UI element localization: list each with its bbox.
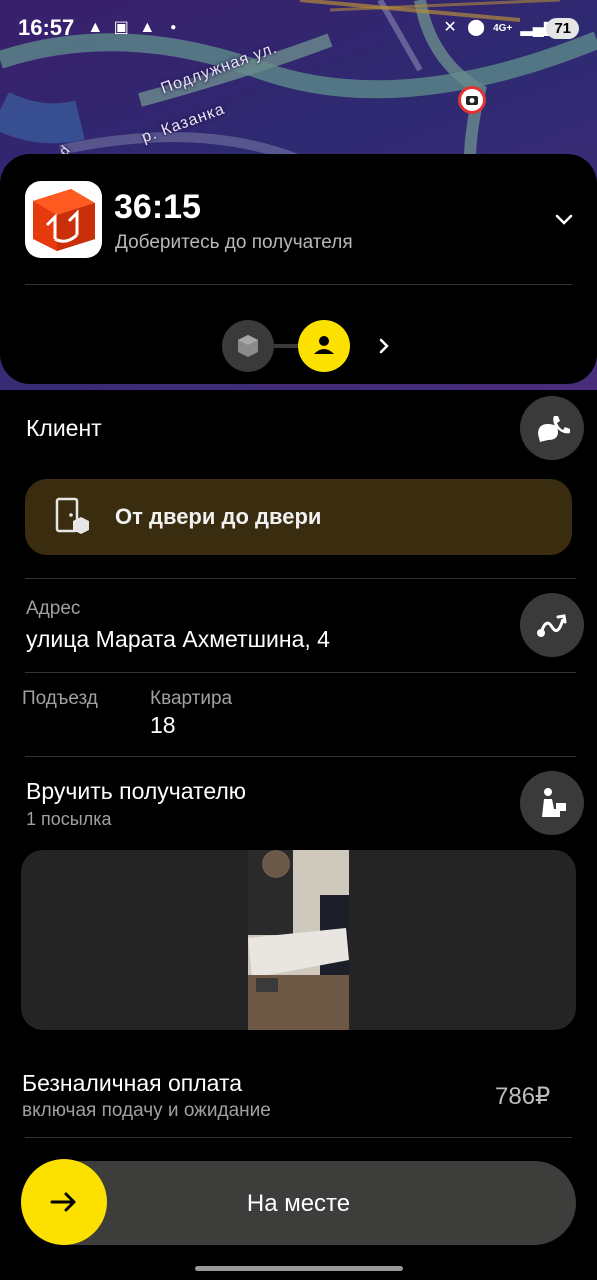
network-type: 4G+ (493, 22, 513, 34)
person-package-icon (542, 788, 566, 817)
address-value[interactable]: улица Марата Ахметшина, 4 (26, 626, 330, 653)
handover-button[interactable] (520, 771, 584, 835)
notification-dot-icon: ● (170, 22, 177, 33)
route-stepper (222, 320, 422, 372)
client-title: Клиент (26, 415, 102, 441)
door-package-icon (53, 497, 91, 537)
route-button[interactable] (520, 593, 584, 657)
divider (25, 578, 576, 579)
arrow-right-icon[interactable] (21, 1159, 107, 1245)
battery-indicator: 71 (546, 17, 579, 39)
divider (25, 1137, 572, 1138)
apartment-label: Квартира (150, 688, 233, 709)
chevron-down-icon[interactable] (550, 206, 578, 234)
order-header-card: 36:15 Доберитесь до получателя (0, 154, 597, 384)
delivery-box-logo (25, 181, 102, 258)
step-recipient-person-icon (298, 320, 350, 372)
eta-subtitle: Доберитесь до получателя (115, 232, 353, 253)
order-details-card: Клиент От двери до двери Адрес улица Мар… (0, 390, 597, 1044)
divider (25, 284, 572, 285)
status-time: 16:57 (18, 15, 75, 40)
signal-icon: ▂▄▆ (520, 19, 557, 36)
home-indicator[interactable] (195, 1266, 403, 1271)
chevron-right-icon[interactable] (370, 332, 398, 360)
status-right-icons: ✕ ⬤ 4G+ ▂▄▆ 71 (441, 17, 579, 39)
payment-subtitle: включая подачу и ожидание (22, 1100, 271, 1121)
payment-title: Безналичная оплата (22, 1070, 243, 1096)
eta-timer: 36:15 (114, 188, 201, 226)
call-client-button[interactable] (520, 396, 584, 460)
payment-card: Безналичная оплата включая подачу и ожид… (0, 1052, 597, 1280)
location-icon: ⬤ (467, 19, 486, 36)
screenshot-icon: ▣ (113, 19, 129, 36)
arrived-slider[interactable]: На месте (21, 1159, 576, 1245)
apartment-value: 18 (150, 712, 176, 738)
recipient-photo[interactable] (248, 850, 349, 1030)
status-bar: 16:57 ▲ ▣ ▲ ● ✕ ⬤ 4G+ ▂▄▆ 71 (0, 0, 597, 56)
recipient-photo-box[interactable] (21, 850, 576, 1030)
navigation-app-icon: ▲ (87, 19, 104, 36)
handover-title: Вручить получателю (26, 778, 247, 804)
divider (25, 672, 576, 673)
divider (25, 756, 576, 757)
step-pickup-package-icon (222, 320, 274, 372)
vibrate-off-icon: ✕ (443, 19, 457, 36)
entrance-label: Подъезд (22, 688, 98, 709)
step-connector (274, 344, 300, 348)
chat-phone-icon (538, 416, 570, 442)
payment-price: 786₽ (495, 1083, 551, 1110)
door-to-door-label: От двери до двери (115, 504, 322, 529)
door-to-door-banner[interactable]: От двери до двери (25, 479, 572, 555)
address-label: Адрес (26, 598, 81, 619)
handover-subtitle: 1 посылка (26, 809, 112, 829)
route-icon (537, 614, 567, 637)
speed-camera-icon (458, 86, 486, 114)
status-left-icons: ▲ ▣ ▲ ● (86, 19, 182, 37)
navigation-app-icon-2: ▲ (139, 19, 156, 36)
